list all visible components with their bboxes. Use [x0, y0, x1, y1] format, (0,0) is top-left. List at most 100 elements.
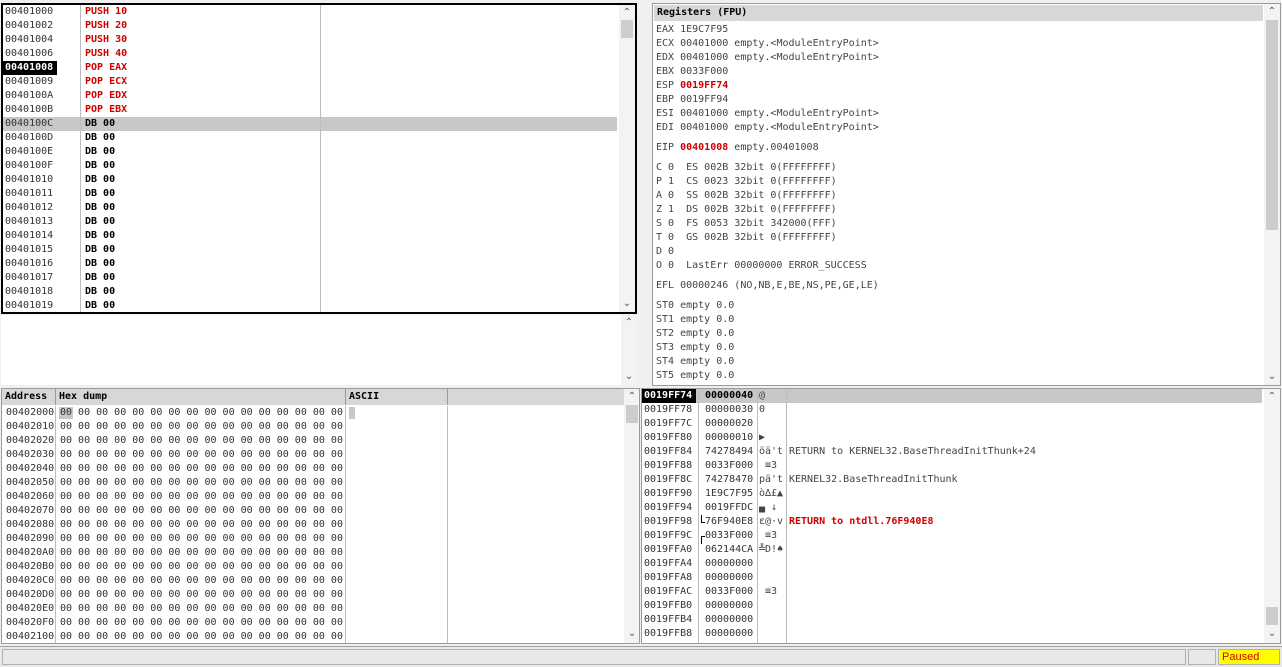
register-line[interactable]: Z 1 DS 002B 32bit 0(FFFFFFFF)	[656, 203, 837, 217]
dump-row[interactable]: 004020D0 00 00 00 00 00 00 00 00 00 00 00…	[2, 588, 639, 602]
chevron-up-icon[interactable]: ⌃	[619, 6, 635, 20]
stack-row[interactable]: 0019FF94 0019FFDC ▄ ↓	[642, 501, 1262, 515]
stack-row[interactable]: 0019FF90 1E9C7F95 ò∆£▲	[642, 487, 1262, 501]
chevron-up-icon[interactable]: ⌃	[624, 390, 639, 404]
register-line[interactable]: O 0 LastErr 00000000 ERROR_SUCCESS	[656, 259, 867, 273]
register-line[interactable]: ST5 empty 0.0	[656, 369, 734, 383]
register-line[interactable]: ESP 0019FF74	[656, 79, 728, 93]
dump-row[interactable]: 004020E0 00 00 00 00 00 00 00 00 00 00 00…	[2, 602, 639, 616]
register-line[interactable]: EAX 1E9C7F95	[656, 23, 728, 37]
dump-row[interactable]: 00402030 00 00 00 00 00 00 00 00 00 00 00…	[2, 448, 639, 462]
disasm-row[interactable]: 00401011 DB 00	[3, 187, 617, 201]
registers-scrollbar[interactable]: ⌃ ⌄	[1264, 4, 1280, 385]
chevron-up-icon[interactable]: ⌃	[1264, 390, 1280, 404]
disasm-row[interactable]: 00401009 POP ECX	[3, 75, 617, 89]
register-line[interactable]: ST4 empty 0.0	[656, 355, 734, 369]
info-scrollbar[interactable]: ⌃ ⌄	[621, 315, 637, 385]
disasm-row[interactable]: 0040100B POP EBX	[3, 103, 617, 117]
register-line[interactable]: S 0 FS 0053 32bit 342000(FFF)	[656, 217, 837, 231]
register-line[interactable]: EDI 00401000 empty.<ModuleEntryPoint>	[656, 121, 879, 135]
disasm-row[interactable]: 00401008 POP EAX	[3, 61, 617, 75]
disasm-row[interactable]: 00401013 DB 00	[3, 215, 617, 229]
disasm-row[interactable]: 00401018 DB 00	[3, 285, 617, 299]
dump-row[interactable]: 004020F0 00 00 00 00 00 00 00 00 00 00 00…	[2, 616, 639, 630]
disasm-row[interactable]: 00401015 DB 00	[3, 243, 617, 257]
disasm-row[interactable]: 00401006 PUSH 40	[3, 47, 617, 61]
stack-row[interactable]: 0019FFAC 0033F000 ≡3	[642, 585, 1262, 599]
register-line[interactable]: ST1 empty 0.0	[656, 313, 734, 327]
dump-row[interactable]: 00402070 00 00 00 00 00 00 00 00 00 00 00…	[2, 504, 639, 518]
register-line[interactable]: EBP 0019FF94	[656, 93, 728, 107]
chevron-up-icon[interactable]: ⌃	[1264, 5, 1280, 19]
disasm-row[interactable]: 0040100D DB 00	[3, 131, 617, 145]
stack-row[interactable]: 0019FF74 00000040 @	[642, 389, 1262, 403]
dump-pane[interactable]: Address Hex dump ASCII 00402000 00 00 00 …	[1, 388, 640, 644]
stack-row[interactable]: 0019FFB0 00000000	[642, 599, 1262, 613]
stack-row[interactable]: 0019FF9C 0033F000 ≡3	[642, 529, 1262, 544]
ascii-column-header[interactable]: ASCII	[346, 389, 448, 405]
stack-row[interactable]: 0019FF84 74278494 öä't RETURN to KERNEL32.B…	[642, 445, 1262, 459]
stack-row[interactable]: 0019FF98 76F940E8 ε@·v RETURN to ntdll.76F9…	[642, 515, 1262, 529]
stack-row[interactable]: 0019FF88 0033F000 ≡3	[642, 459, 1262, 473]
chevron-down-icon[interactable]: ⌄	[619, 297, 635, 311]
dump-row[interactable]: 00402100 00 00 00 00 00 00 00 00 00 00 00…	[2, 630, 639, 643]
register-line[interactable]: ST0 empty 0.0	[656, 299, 734, 313]
disassembly-scrollbar[interactable]: ⌃ ⌄	[619, 5, 635, 312]
disasm-row[interactable]: 00401019 DB 00	[3, 299, 617, 312]
disasm-row[interactable]: 00401000 PUSH 10	[3, 5, 617, 19]
register-line[interactable]: T 0 GS 002B 32bit 0(FFFFFFFF)	[656, 231, 837, 245]
register-line[interactable]: EFL 00000246 (NO,NB,E,BE,NS,PE,GE,LE)	[656, 279, 879, 293]
dump-row[interactable]: 004020A0 00 00 00 00 00 00 00 00 00 00 00…	[2, 546, 639, 560]
disasm-row[interactable]: 00401016 DB 00	[3, 257, 617, 271]
dump-scrollbar[interactable]: ⌃ ⌄	[624, 389, 639, 643]
chevron-down-icon[interactable]: ⌄	[1264, 627, 1280, 641]
chevron-down-icon[interactable]: ⌄	[621, 370, 637, 384]
dump-row[interactable]: 00402020 00 00 00 00 00 00 00 00 00 00 00…	[2, 434, 639, 448]
stack-row[interactable]: 0019FF8C 74278470 pä't KERNEL32.BaseThreadI…	[642, 473, 1262, 487]
dump-row[interactable]: 00402050 00 00 00 00 00 00 00 00 00 00 00…	[2, 476, 639, 490]
register-line[interactable]: ECX 00401000 empty.<ModuleEntryPoint>	[656, 37, 879, 51]
dump-row[interactable]: 00402060 00 00 00 00 00 00 00 00 00 00 00…	[2, 490, 639, 504]
register-line[interactable]: ST2 empty 0.0	[656, 327, 734, 341]
disasm-row[interactable]: 00401012 DB 00	[3, 201, 617, 215]
stack-row[interactable]: 0019FFB4 00000000	[642, 613, 1262, 627]
dump-row[interactable]: 00402010 00 00 00 00 00 00 00 00 00 00 00…	[2, 420, 639, 434]
register-line[interactable]: P 1 CS 0023 32bit 0(FFFFFFFF)	[656, 175, 837, 189]
disasm-row[interactable]: 00401014 DB 00	[3, 229, 617, 243]
dump-row[interactable]: 00402000 00 00 00 00 00 00 00 00 00 00 00…	[2, 406, 639, 420]
stack-row[interactable]: 0019FFA8 00000000	[642, 571, 1262, 585]
register-line[interactable]: C 0 ES 002B 32bit 0(FFFFFFFF)	[656, 161, 837, 175]
disasm-row[interactable]: 0040100A POP EDX	[3, 89, 617, 103]
stack-scrollbar[interactable]: ⌃ ⌄	[1264, 389, 1280, 643]
stack-row[interactable]: 0019FF80 00000010 ▶	[642, 431, 1262, 445]
dump-row[interactable]: 004020B0 00 00 00 00 00 00 00 00 00 00 00…	[2, 560, 639, 574]
scroll-thumb[interactable]	[626, 405, 638, 423]
dump-row[interactable]: 00402040 00 00 00 00 00 00 00 00 00 00 00…	[2, 462, 639, 476]
register-line[interactable]: ESI 00401000 empty.<ModuleEntryPoint>	[656, 107, 879, 121]
register-line[interactable]: EDX 00401000 empty.<ModuleEntryPoint>	[656, 51, 879, 65]
scroll-thumb[interactable]	[1266, 20, 1278, 230]
disasm-row[interactable]: 0040100E DB 00	[3, 145, 617, 159]
registers-pane[interactable]: Registers (FPU) EAX 1E9C7F95 ECX 00401000…	[652, 3, 1281, 386]
register-line[interactable]: EBX 0033F000	[656, 65, 728, 79]
stack-row[interactable]: 0019FF7C 00000020	[642, 417, 1262, 431]
hex-column-header[interactable]: Hex dump	[56, 389, 346, 405]
stack-pane[interactable]: 0019FF74 00000040 @0019FF78 00000030 0 0019FF…	[641, 388, 1281, 644]
disasm-row[interactable]: 00401002 PUSH 20	[3, 19, 617, 33]
disasm-row[interactable]: 00401004 PUSH 30	[3, 33, 617, 47]
dump-row[interactable]: 00402080 00 00 00 00 00 00 00 00 00 00 00…	[2, 518, 639, 532]
chevron-down-icon[interactable]: ⌄	[1264, 370, 1280, 384]
stack-row[interactable]: 0019FFA4 00000000	[642, 557, 1262, 571]
disasm-row[interactable]: 0040100F DB 00	[3, 159, 617, 173]
chevron-up-icon[interactable]: ⌃	[621, 316, 637, 330]
stack-row[interactable]: 0019FF78 00000030 0	[642, 403, 1262, 417]
scroll-thumb[interactable]	[621, 20, 633, 38]
stack-row[interactable]: 0019FFA0 062144CA ╩D!♠	[642, 543, 1262, 557]
disasm-row[interactable]: 00401017 DB 00	[3, 271, 617, 285]
register-line[interactable]: EIP 00401008 empty.00401008	[656, 141, 819, 155]
dump-row[interactable]: 00402090 00 00 00 00 00 00 00 00 00 00 00…	[2, 532, 639, 546]
address-column-header[interactable]: Address	[2, 389, 56, 405]
scroll-thumb[interactable]	[1266, 607, 1278, 625]
disasm-row[interactable]: 0040100C DB 00	[3, 117, 617, 131]
register-line[interactable]: ST3 empty 0.0	[656, 341, 734, 355]
